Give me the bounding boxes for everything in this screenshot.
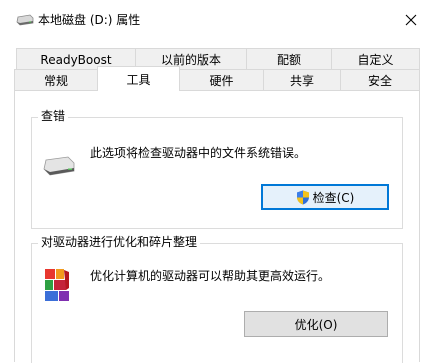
tab-label: 共享 bbox=[289, 74, 314, 88]
close-button[interactable] bbox=[388, 0, 434, 40]
optimize-button[interactable]: 优化(O) bbox=[244, 311, 388, 337]
check-button[interactable]: 检查(C) bbox=[261, 184, 389, 210]
tab-label: 安全 bbox=[367, 74, 392, 88]
tab-label: ReadyBoost bbox=[40, 52, 112, 67]
drive-icon bbox=[16, 13, 34, 27]
window-title: 本地磁盘 (D:) 属性 bbox=[38, 13, 141, 27]
tab-label: 自定义 bbox=[357, 53, 394, 67]
group-title: 查错 bbox=[38, 108, 69, 124]
group-title: 对驱动器进行优化和碎片整理 bbox=[38, 234, 201, 250]
optimize-description: 优化计算机的驱动器可以帮助其更高效运行。 bbox=[90, 269, 331, 283]
tab-strip: ReadyBoost 以前的版本 配额 自定义 常规 工具 硬件 共享 安全 bbox=[0, 40, 434, 92]
tab-sharing[interactable]: 共享 bbox=[263, 69, 341, 91]
tab-customize[interactable]: 自定义 bbox=[331, 48, 420, 70]
tab-tools[interactable]: 工具 bbox=[97, 66, 180, 91]
close-icon bbox=[405, 14, 417, 26]
title-bar[interactable]: 本地磁盘 (D:) 属性 bbox=[0, 0, 434, 40]
tab-label: 常规 bbox=[43, 74, 68, 88]
tab-label: 工具 bbox=[126, 72, 151, 87]
properties-dialog: 本地磁盘 (D:) 属性 ReadyBoost 以前的版本 配额 自定义 常规 … bbox=[0, 0, 434, 363]
check-button-label: 检查(C) bbox=[312, 190, 355, 205]
defrag-icon bbox=[42, 266, 72, 307]
tab-general[interactable]: 常规 bbox=[14, 69, 98, 91]
error-checking-description: 此选项将检查驱动器中的文件系统错误。 bbox=[90, 146, 307, 160]
tab-quota[interactable]: 配额 bbox=[246, 48, 332, 70]
error-checking-group: 查错 此选项将检查驱动器中的文件系统错误。 检查(C) bbox=[31, 108, 403, 229]
tab-label: 硬件 bbox=[209, 74, 234, 88]
optimize-group: 对驱动器进行优化和碎片整理 优化计算机的驱动器可以帮助其更高效运行。 优化(O) bbox=[31, 234, 403, 363]
tab-security[interactable]: 安全 bbox=[340, 69, 420, 91]
uac-shield-icon bbox=[296, 190, 309, 204]
hard-drive-icon bbox=[42, 154, 76, 183]
tab-hardware[interactable]: 硬件 bbox=[179, 69, 264, 91]
tools-panel: 查错 此选项将检查驱动器中的文件系统错误。 检查(C) 对驱动器进行优化和碎片整… bbox=[14, 90, 420, 363]
optimize-button-label: 优化(O) bbox=[294, 317, 338, 332]
tab-label: 配额 bbox=[276, 53, 301, 67]
